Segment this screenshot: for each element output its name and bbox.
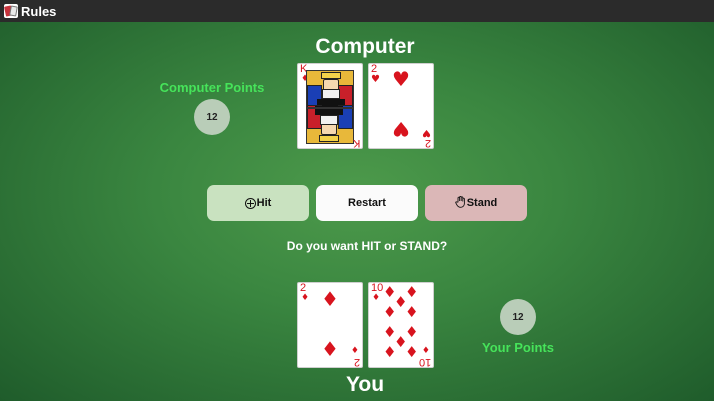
- stand-label: Stand: [466, 197, 498, 209]
- computer-card-1: K ♦ K: [297, 63, 363, 149]
- hand-icon: [455, 195, 466, 211]
- plus-circle-icon: [244, 197, 256, 209]
- player-heading: You: [345, 373, 385, 396]
- player-card-2: 10 ♦ ♦ ♦ ♦ ♦ ♦ ♦ ♦ ♦ ♦ ♦ ♦ 10: [368, 282, 434, 368]
- hit-button[interactable]: Hit: [207, 185, 309, 221]
- computer-points-label: Computer Points: [159, 80, 265, 95]
- card-rank-bottom: 2: [353, 356, 360, 368]
- diamond-icon: ♦: [321, 287, 339, 311]
- player-points-badge: 12: [500, 299, 536, 335]
- heart-icon: ♥: [371, 74, 380, 85]
- heart-icon: ♥: [422, 127, 431, 138]
- hit-label: Hit: [256, 197, 272, 209]
- diamond-icon: ♦: [383, 303, 397, 321]
- diamond-icon: ♦: [383, 343, 397, 361]
- player-points-label: Your Points: [482, 340, 554, 355]
- computer-card-2: 2 ♥ ♥ ♥ ♥ 2: [368, 63, 434, 149]
- card-rank-bottom: 2: [424, 137, 431, 149]
- prompt-text: Do you want HIT or STAND?: [286, 239, 448, 253]
- stand-button[interactable]: Stand: [425, 185, 527, 221]
- game-table: Computer Computer Points 12 K ♦ K 2 ♥ ♥ …: [0, 22, 714, 401]
- king-face-image: [306, 70, 354, 144]
- restart-label: Restart: [348, 197, 386, 209]
- card-rank-bottom: 10: [418, 356, 431, 368]
- diamond-icon: ♦: [372, 293, 381, 303]
- card-rank-bottom: K: [352, 137, 360, 149]
- diamond-icon: ♦: [301, 293, 310, 303]
- diamond-icon: ♦: [321, 337, 339, 361]
- heart-icon: ♥: [392, 67, 410, 91]
- title-bar: Rules: [0, 0, 714, 22]
- diamond-icon: ♦: [350, 346, 359, 356]
- diamond-icon: ♦: [421, 346, 430, 356]
- heart-icon: ♥: [392, 117, 410, 141]
- player-card-1: 2 ♦ ♦ ♦ ♦ 2: [297, 282, 363, 368]
- window-title: Rules: [21, 3, 57, 19]
- restart-button[interactable]: Restart: [316, 185, 418, 221]
- playing-cards-icon: [4, 4, 18, 18]
- diamond-icon: ♦: [405, 303, 419, 321]
- computer-points-badge: 12: [194, 99, 230, 135]
- diamond-icon: ♦: [405, 343, 419, 361]
- computer-heading: Computer: [315, 35, 415, 58]
